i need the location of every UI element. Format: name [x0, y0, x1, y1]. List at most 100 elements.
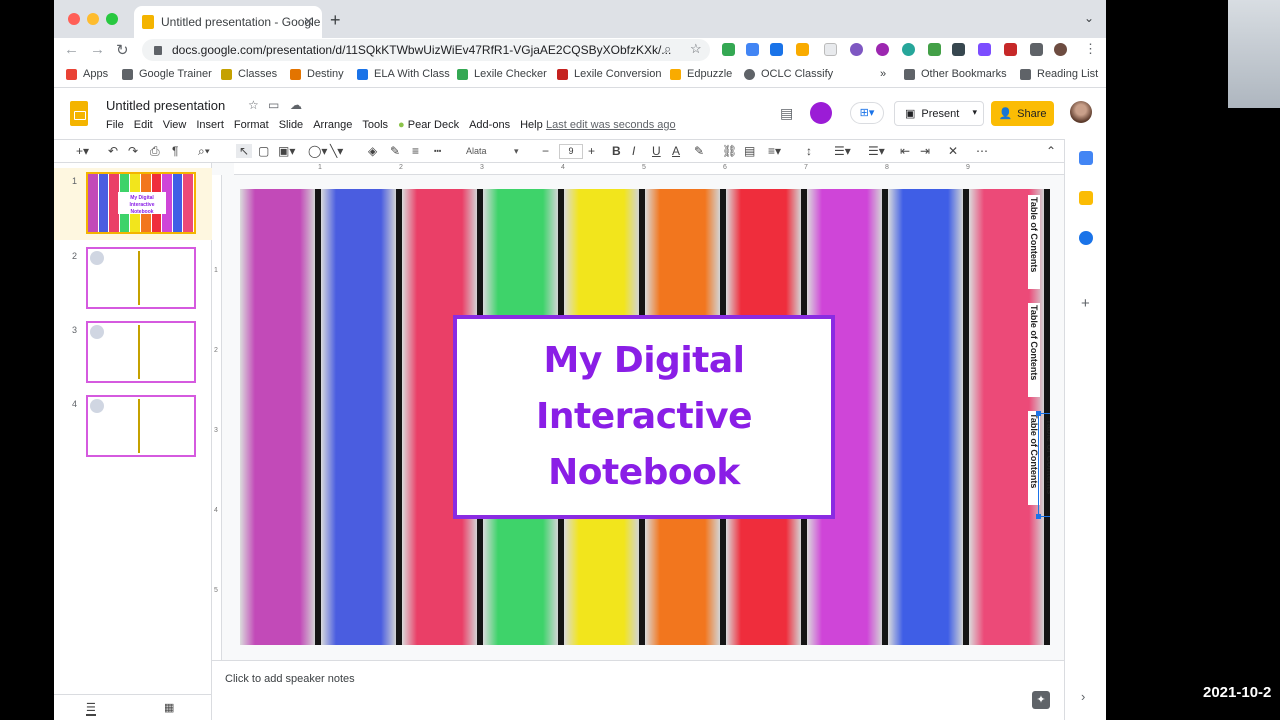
bookmark-edpuzzle[interactable]: Edpuzzle — [670, 68, 732, 80]
bookmark-other-bookmarks[interactable]: Other Bookmarks — [904, 68, 1007, 80]
menu-tools[interactable]: Tools — [362, 119, 388, 131]
present-new-slide-icon[interactable]: ⊞▾ — [850, 102, 884, 124]
speaker-notes-placeholder[interactable]: Click to add speaker notes — [225, 673, 355, 685]
speaker-notes[interactable]: Click to add speaker notes ✦ — [212, 660, 1064, 720]
resize-handle[interactable] — [1036, 514, 1041, 519]
menu-add-ons[interactable]: Add-ons — [469, 119, 510, 131]
grid-view-icon[interactable]: ▦ — [164, 701, 174, 714]
table-of-contents-tab[interactable]: Table of Contents — [1028, 303, 1040, 397]
minimize-window-button[interactable] — [87, 13, 99, 25]
back-arrow-icon[interactable]: ← — [64, 41, 79, 58]
decrease-font-size-icon[interactable]: − — [542, 144, 549, 158]
tab-close-icon[interactable]: ✕ — [303, 14, 314, 30]
line-icon[interactable]: ╲▾ — [330, 144, 343, 158]
new-tab-button[interactable]: + — [330, 10, 341, 31]
keep-icon[interactable] — [1079, 191, 1093, 205]
extension-icon[interactable] — [746, 43, 759, 56]
border-color-icon[interactable]: ✎ — [390, 144, 400, 158]
extension-icon[interactable] — [796, 43, 809, 56]
comment-history-icon[interactable]: ▤ — [780, 105, 793, 122]
extension-icon[interactable] — [952, 43, 965, 56]
border-dash-icon[interactable]: ┅ — [434, 144, 441, 158]
filmstrip-view-icon[interactable]: ☰ — [86, 701, 96, 716]
reading-list-button[interactable]: Reading List — [1020, 68, 1098, 80]
slides-logo-icon[interactable] — [70, 101, 88, 126]
link-icon[interactable]: ⛓ — [722, 144, 737, 158]
increase-indent-icon[interactable]: ⇥ — [920, 144, 930, 158]
text-box-icon[interactable]: ▢ — [258, 144, 269, 158]
extension-icon[interactable] — [770, 43, 783, 56]
decrease-indent-icon[interactable]: ⇤ — [900, 144, 910, 158]
undo-icon[interactable]: ↶ — [108, 144, 118, 158]
border-weight-icon[interactable]: ≡ — [412, 144, 419, 158]
bookmarks-overflow-button[interactable]: » — [880, 68, 886, 80]
extension-icon[interactable] — [876, 43, 889, 56]
zoom-icon[interactable]: ⌕▾ — [198, 144, 210, 159]
slide-thumbnail-4[interactable]: 4 — [54, 391, 212, 463]
maximize-window-button[interactable] — [106, 13, 118, 25]
explore-icon[interactable]: ✦ — [1032, 691, 1050, 709]
extension-icon[interactable] — [1004, 43, 1017, 56]
shape-icon[interactable]: ◯▾ — [308, 144, 327, 158]
calendar-icon[interactable] — [1079, 151, 1093, 165]
increase-font-size-icon[interactable]: + — [588, 144, 595, 158]
slide-thumbnail-1[interactable]: 1 My Digital Interactive Notebook — [54, 168, 212, 240]
numbered-list-icon[interactable]: ☰▾ — [868, 144, 885, 158]
present-dropdown-icon[interactable]: ▾ — [972, 107, 977, 118]
menu-help[interactable]: Help — [520, 119, 543, 131]
menu-file[interactable]: File — [106, 119, 124, 131]
slide-title[interactable]: My Digital Interactive Notebook — [457, 333, 831, 501]
comment-icon[interactable]: ▤ — [744, 144, 755, 158]
clear-formatting-icon[interactable]: ✕ — [948, 144, 958, 158]
slide-thumbnail-3[interactable]: 3 — [54, 317, 212, 389]
more-options-icon[interactable]: ⋯ — [976, 144, 988, 158]
reload-icon[interactable]: ↻ — [116, 41, 129, 59]
menu-insert[interactable]: Insert — [196, 119, 224, 131]
menu-format[interactable]: Format — [234, 119, 269, 131]
collapse-toolbar-icon[interactable]: ⌃ — [1046, 144, 1056, 158]
menu-view[interactable]: View — [163, 119, 187, 131]
collapse-side-panel-icon[interactable]: › — [1081, 689, 1085, 704]
extension-icon[interactable] — [928, 43, 941, 56]
star-icon[interactable]: ☆ — [248, 98, 259, 112]
add-addon-icon[interactable]: + — [1081, 295, 1090, 312]
forward-arrow-icon[interactable]: → — [90, 41, 105, 58]
bold-icon[interactable]: B — [612, 144, 621, 158]
bookmark-google-trainer[interactable]: Google Trainer — [122, 68, 212, 80]
extension-icon[interactable] — [850, 43, 863, 56]
bookmark-apps[interactable]: Apps — [66, 68, 108, 80]
address-bar[interactable]: docs.google.com/presentation/d/11SQkKTWb… — [142, 39, 710, 61]
align-icon[interactable]: ≡▾ — [768, 144, 781, 158]
bookmark-star-icon[interactable]: ☆ — [690, 41, 702, 57]
font-size-input[interactable]: 9 — [559, 144, 583, 159]
print-icon[interactable]: ⎙ — [150, 144, 160, 159]
last-edit-link[interactable]: Last edit was seconds ago — [546, 119, 676, 131]
menu-arrange[interactable]: Arrange — [313, 119, 352, 131]
pear-deck-logo-icon[interactable] — [810, 102, 832, 124]
menu-pear-deck[interactable]: ● Pear Deck — [398, 119, 459, 131]
close-window-button[interactable] — [68, 13, 80, 25]
font-family-select[interactable]: Alata ▾ — [466, 146, 519, 157]
menu-slide[interactable]: Slide — [279, 119, 303, 131]
extension-icon[interactable] — [902, 43, 915, 56]
fill-color-icon[interactable]: ◈ — [368, 144, 377, 158]
tasks-icon[interactable] — [1079, 231, 1093, 245]
highlight-icon[interactable]: ✎ — [694, 144, 704, 158]
bookmark-lexile-conversion[interactable]: Lexile Conversion — [557, 68, 661, 80]
puzzle-icon[interactable] — [1030, 43, 1043, 56]
extension-icon[interactable] — [824, 43, 837, 56]
bookmark-classes[interactable]: Classes — [221, 68, 277, 80]
table-of-contents-tab[interactable]: Table of Contents — [1028, 195, 1040, 289]
redo-icon[interactable]: ↷ — [128, 144, 138, 158]
move-folder-icon[interactable]: ▭ — [268, 98, 279, 112]
line-spacing-icon[interactable]: ↕ — [806, 144, 812, 158]
title-text-box[interactable]: My Digital Interactive Notebook — [453, 315, 835, 519]
selection-box[interactable] — [1036, 411, 1050, 519]
new-slide-icon[interactable]: +▾ — [76, 144, 89, 158]
select-arrow-icon[interactable]: ↖ — [236, 144, 253, 158]
share-button[interactable]: 👤 Share — [991, 101, 1054, 126]
bookmark-ela-with-class[interactable]: ELA With Class — [357, 68, 450, 80]
document-title[interactable]: Untitled presentation — [106, 98, 225, 113]
bulleted-list-icon[interactable]: ☰▾ — [834, 144, 851, 158]
present-button[interactable]: ▣ Present ▾ — [894, 101, 984, 126]
